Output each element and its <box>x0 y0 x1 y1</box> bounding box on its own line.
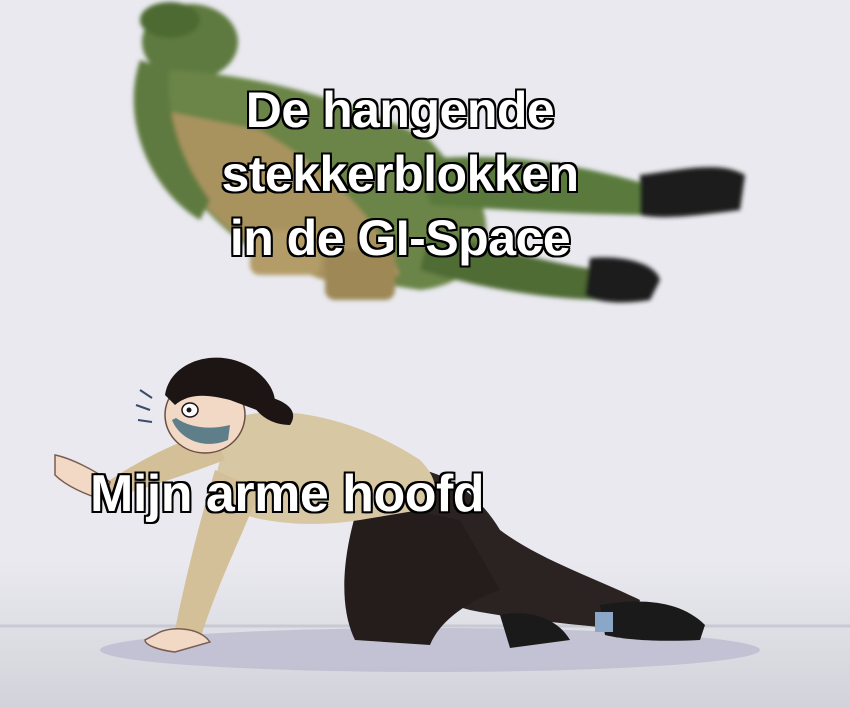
top-caption-line-2: stekkerblokken <box>220 145 580 203</box>
bottom-caption: Mijn arme hoofd <box>89 464 486 524</box>
top-caption-line-1: De hangende <box>245 81 556 139</box>
top-caption-line-3: in de GI-Space <box>229 209 572 267</box>
meme-image: De hangende stekkerblokken in de GI-Spac… <box>0 0 850 708</box>
top-caption: De hangende stekkerblokken in de GI-Spac… <box>150 78 650 270</box>
